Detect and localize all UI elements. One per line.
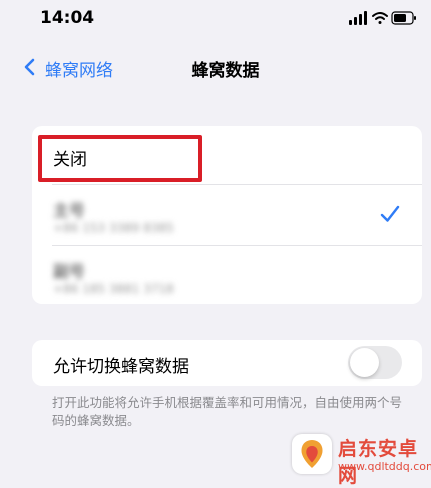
sim-name: 主号 — [53, 201, 86, 220]
watermark: 启东安卓网 www.qdltddq.com — [290, 432, 431, 487]
navigation-bar: 蜂窝网络 蜂窝数据 — [0, 44, 431, 88]
sim-number: +86 153 3389 8385 — [53, 221, 174, 235]
wifi-icon — [372, 12, 388, 24]
allow-switching-toggle[interactable] — [348, 346, 402, 379]
status-time: 14:04 — [40, 8, 95, 28]
page-title: 蜂窝数据 — [191, 61, 260, 81]
watermark-logo-icon — [292, 434, 332, 474]
status-bar: 14:04 — [0, 0, 431, 40]
toggle-knob — [350, 348, 379, 377]
sim-number: +86 185 3881 3718 — [53, 282, 174, 296]
option-sim-secondary[interactable]: 副号 +86 185 3881 3718 — [32, 246, 422, 304]
status-icons — [349, 11, 416, 25]
watermark-url: www.qdltddq.com — [338, 460, 431, 473]
footer-note: 打开此功能将允许手机根据覆盖率和可用情况，自由使用两个号码的蜂窝数据。 — [52, 395, 403, 428]
allow-switching-label: 允许切换蜂窝数据 — [53, 357, 189, 377]
checkmark-icon — [380, 205, 400, 222]
cellular-signal-icon — [349, 11, 367, 25]
battery-icon — [391, 11, 416, 25]
sim-name: 副号 — [53, 262, 86, 281]
allow-switching-row: 允许切换蜂窝数据 — [32, 340, 422, 386]
option-sim-primary[interactable]: 主号 +86 153 3389 8385 — [32, 185, 422, 245]
highlight-annotation — [38, 135, 202, 182]
